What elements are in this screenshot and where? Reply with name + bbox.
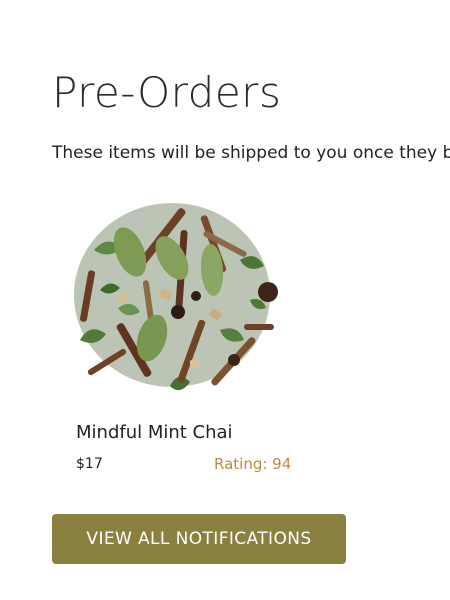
page-subtitle: These items will be shipped to you once … <box>52 143 450 163</box>
product-price: $17 <box>76 456 103 472</box>
page-title: Pre-Orders <box>52 68 282 117</box>
product-rating: Rating: 94 <box>214 455 292 473</box>
product-image[interactable] <box>60 190 290 420</box>
product-card[interactable]: Mindful Mint Chai $17 Rating: 94 <box>60 190 300 480</box>
view-all-notifications-button[interactable]: VIEW ALL NOTIFICATIONS <box>52 514 346 564</box>
product-name[interactable]: Mindful Mint Chai <box>76 422 233 443</box>
preorders-page: Pre-Orders These items will be shipped t… <box>0 0 450 600</box>
